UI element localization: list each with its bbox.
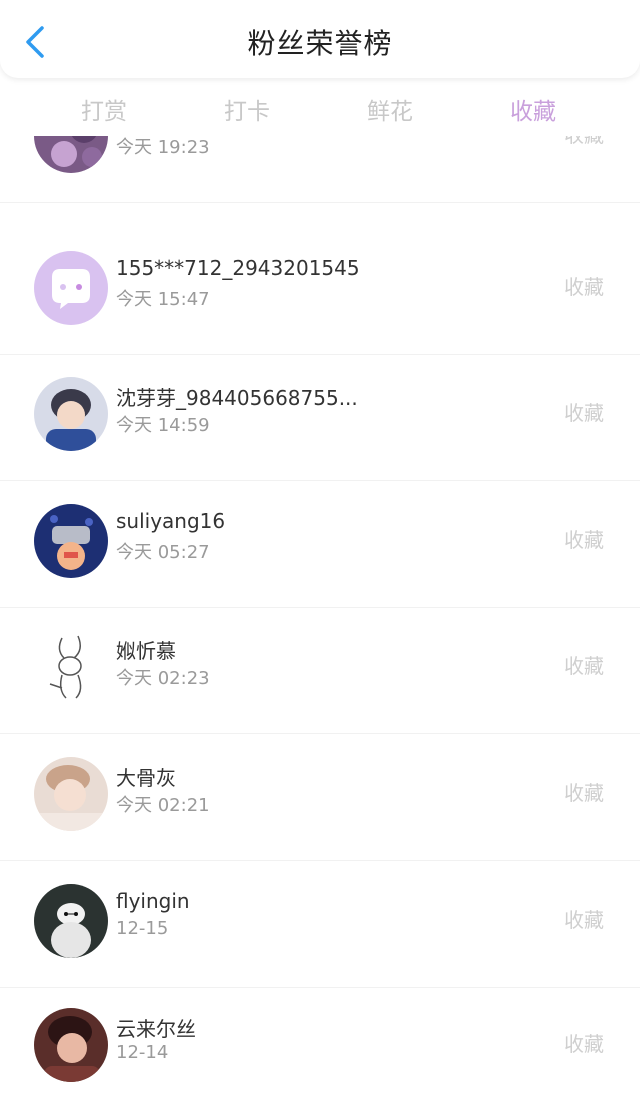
avatar: [34, 884, 108, 958]
favorite-label: 收藏: [564, 528, 604, 552]
tab-reward[interactable]: 打赏: [44, 92, 164, 126]
favorite-label: 收藏: [564, 275, 604, 299]
tab-bar: 打赏 打卡 鲜花 收藏: [0, 84, 640, 136]
page-title: 粉丝荣誉榜: [247, 27, 393, 60]
divider: [0, 733, 640, 734]
timestamp: 今天 19:23: [116, 137, 210, 158]
favorite-label: 收藏: [564, 401, 604, 425]
list-item[interactable]: 娰忻慕 今天 02:23 收藏: [0, 608, 640, 734]
timestamp: 今天 05:27: [116, 542, 210, 563]
list-item[interactable]: 155***712_2943201545 今天 15:47 收藏: [0, 229, 640, 355]
list-item[interactable]: 大骨灰 今天 02:21 收藏: [0, 735, 640, 861]
divider: [0, 202, 640, 203]
user-name: flyingin: [116, 889, 190, 913]
avatar: [34, 1008, 108, 1082]
list-item[interactable]: 今天 19:23 收藏: [0, 136, 640, 203]
divider: [0, 860, 640, 861]
list-item[interactable]: 云来尔丝 12-14 收藏: [0, 986, 640, 1100]
avatar: [34, 251, 108, 325]
timestamp: 12-15: [116, 918, 169, 939]
user-name: 155***712_2943201545: [116, 256, 360, 280]
favorite-label: 收藏: [564, 1032, 604, 1056]
list-item[interactable]: suliyang16 今天 05:27 收藏: [0, 482, 640, 608]
user-name: 娰忻慕: [116, 639, 176, 663]
tab-flowers[interactable]: 鲜花: [330, 92, 450, 126]
avatar: [34, 757, 108, 831]
favorite-label: 收藏: [564, 781, 604, 805]
list-item[interactable]: 沈芽芽_984405668755... 今天 14:59 收藏: [0, 355, 640, 481]
timestamp: 今天 15:47: [116, 289, 210, 310]
top-bar: 粉丝荣誉榜: [0, 0, 640, 78]
favorite-label: 收藏: [564, 136, 604, 148]
divider: [0, 480, 640, 481]
user-name: 沈芽芽_984405668755...: [116, 386, 358, 410]
timestamp: 今天 14:59: [116, 415, 210, 436]
avatar: [34, 136, 108, 173]
avatar: [34, 377, 108, 451]
user-name: 云来尔丝: [116, 1017, 196, 1041]
timestamp: 今天 02:23: [116, 668, 210, 689]
tab-favorites[interactable]: 收藏: [473, 92, 593, 126]
timestamp: 12-14: [116, 1042, 169, 1063]
tab-checkin[interactable]: 打卡: [187, 92, 307, 126]
timestamp: 今天 02:21: [116, 795, 210, 816]
avatar: [34, 504, 108, 578]
avatar: [34, 630, 108, 704]
user-name: 大骨灰: [116, 766, 176, 790]
user-name: suliyang16: [116, 509, 226, 533]
fan-list: 今天 19:23 收藏 155***712_2943201545 今天 15:4…: [0, 136, 640, 1100]
favorite-label: 收藏: [564, 654, 604, 678]
favorite-label: 收藏: [564, 908, 604, 932]
list-item[interactable]: flyingin 12-15 收藏: [0, 862, 640, 988]
